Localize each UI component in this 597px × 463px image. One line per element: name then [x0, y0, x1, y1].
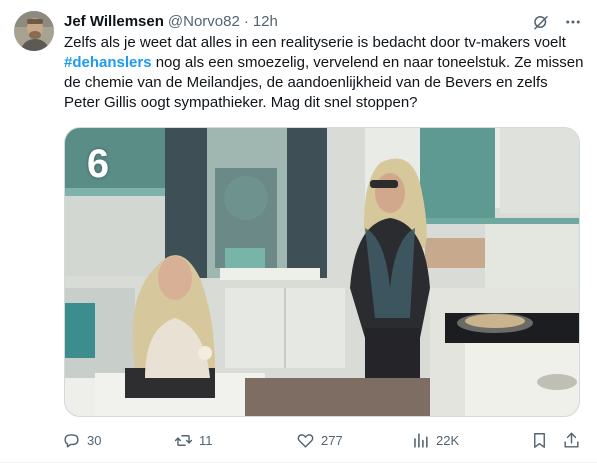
retweet-icon [174, 434, 193, 446]
retweet-count: 11 [199, 432, 213, 448]
views-button[interactable]: 22K [411, 427, 459, 453]
like-count: 277 [321, 432, 343, 448]
separator-dot: · [243, 13, 249, 30]
reply-button[interactable]: 30 [62, 427, 101, 453]
avatar-image [14, 11, 54, 51]
views-icon [414, 432, 428, 448]
reply-count: 30 [87, 432, 102, 448]
reply-icon [64, 433, 79, 448]
tweet-text: Zelfs als je weet dat alles in een reali… [64, 33, 584, 113]
bookmark-button[interactable] [530, 427, 549, 453]
author-name[interactable]: Jef Willemsen [64, 12, 164, 32]
avatar[interactable] [14, 11, 54, 51]
tweet-header: Jef Willemsen @Norvo82 · 12h [64, 12, 583, 32]
kitchen-photo [65, 128, 579, 416]
like-button[interactable]: 277 [296, 427, 343, 453]
grok-icon[interactable] [531, 12, 551, 32]
channel-logo: 6 [79, 142, 117, 186]
heart-icon [297, 433, 314, 448]
retweet-button[interactable]: 11 [174, 427, 213, 453]
share-icon [564, 432, 579, 448]
tweet-media-image[interactable]: 6 [64, 127, 580, 417]
bookmark-icon [534, 432, 545, 448]
channel-logo-text: 6 [86, 141, 110, 186]
author-handle[interactable]: @Norvo82 [168, 12, 240, 32]
tweet-time[interactable]: 12h [253, 12, 278, 32]
more-icon[interactable] [563, 12, 583, 32]
hashtag-link[interactable]: #dehanslers [64, 54, 152, 71]
tweet-actions: 30 11 277 22K [56, 427, 586, 453]
tweet-text-before: Zelfs als je weet dat alles in een reali… [64, 34, 566, 51]
share-button[interactable] [562, 427, 581, 453]
views-count: 22K [436, 432, 460, 448]
tweet[interactable]: Jef Willemsen @Norvo82 · 12h Zelfs als j… [0, 0, 597, 463]
